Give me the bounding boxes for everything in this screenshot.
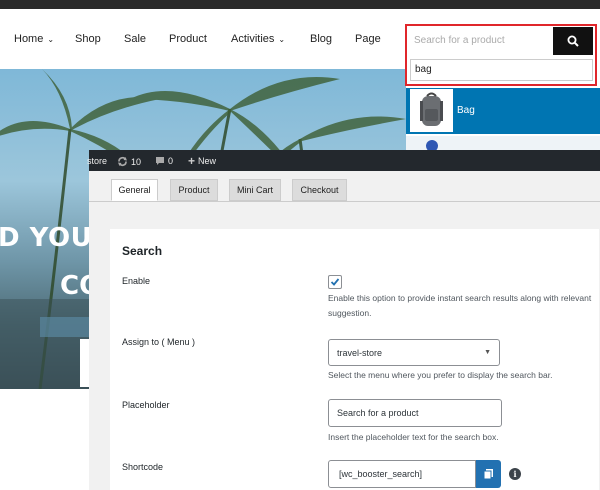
- nav-item-activities[interactable]: Activities ⌄: [231, 33, 285, 45]
- nav-item-product[interactable]: Product: [169, 33, 207, 45]
- copy-shortcode-button[interactable]: [476, 460, 501, 488]
- site-top-bar: [0, 0, 600, 9]
- nav-item-sale[interactable]: Sale: [124, 33, 146, 45]
- assign-menu-label: Assign to ( Menu ): [122, 337, 196, 347]
- assign-menu-description: Select the menu where you prefer to disp…: [328, 370, 553, 380]
- placeholder-field[interactable]: Search for a product: [328, 399, 502, 427]
- nav-item-label: Page: [355, 33, 381, 45]
- search-results-dropdown: Bag: [406, 88, 600, 150]
- nav-item-blog[interactable]: Blog: [310, 33, 332, 45]
- tab-label: Checkout: [300, 185, 339, 195]
- site-name-label: store: [87, 156, 108, 166]
- nav-item-label: Activities: [231, 33, 275, 45]
- comments-count: 0: [168, 156, 174, 166]
- info-icon[interactable]: i: [509, 468, 521, 480]
- admin-bar-updates[interactable]: 10: [117, 156, 141, 167]
- search-result-item[interactable]: Bag: [406, 88, 600, 134]
- tab-mini-cart[interactable]: Mini Cart: [229, 179, 281, 201]
- nav-item-label: Product: [169, 33, 207, 45]
- result-thumbnail: [426, 140, 438, 150]
- admin-bar-comments[interactable]: 0: [155, 156, 173, 166]
- search-widget: Search for a product bag: [405, 24, 597, 86]
- result-thumbnail: [410, 89, 453, 132]
- tab-label: Mini Cart: [236, 185, 273, 195]
- wp-admin-bar: store 10 0 + New: [87, 150, 600, 171]
- placeholder-description: Insert the placeholder text for the sear…: [328, 432, 499, 442]
- nav-item-shop[interactable]: Shop: [75, 33, 101, 45]
- caret-down-icon: ▼: [484, 349, 491, 356]
- tab-general[interactable]: General: [111, 179, 158, 201]
- tab-product[interactable]: Product: [170, 179, 218, 201]
- new-label: New: [198, 156, 217, 166]
- select-value: travel-store: [337, 347, 383, 358]
- shortcode-field[interactable]: [wc_booster_search]: [328, 460, 476, 488]
- enable-checkbox[interactable]: [328, 275, 342, 289]
- nav-item-label: Sale: [124, 33, 147, 45]
- result-name: Bag: [457, 105, 475, 116]
- enable-label: Enable: [122, 276, 151, 286]
- enable-description: Enable this option to provide instant se…: [328, 293, 592, 318]
- search-result-item[interactable]: [406, 136, 600, 150]
- copy-icon: [483, 469, 493, 480]
- nav-item-label: Shop: [75, 33, 101, 45]
- search-input[interactable]: Search for a product: [410, 27, 553, 55]
- tab-label: General: [118, 185, 151, 195]
- search-settings-card: Search Enable Enable this option to prov…: [110, 229, 599, 490]
- section-title: Search: [122, 244, 163, 258]
- tab-label: Product: [178, 185, 210, 195]
- plus-icon: +: [188, 153, 196, 168]
- tab-divider: [89, 201, 600, 202]
- assign-menu-select[interactable]: travel-store ▼: [328, 339, 500, 366]
- admin-bar-site-name[interactable]: store: [87, 156, 107, 166]
- screenshot-stage: Home ⌄ Shop Sale Product Activities ⌄ Bl…: [0, 0, 600, 490]
- chevron-down-icon: ⌄: [278, 34, 286, 44]
- nav-item-label: Blog: [310, 33, 333, 45]
- chevron-down-icon: ⌄: [47, 34, 55, 44]
- placeholder-label: Placeholder: [122, 400, 170, 410]
- tab-checkout[interactable]: Checkout: [292, 179, 347, 201]
- nav-item-page[interactable]: Page: [355, 33, 381, 45]
- updates-count: 10: [131, 156, 142, 167]
- typed-query-field[interactable]: bag: [410, 59, 593, 81]
- refresh-icon: [118, 157, 127, 166]
- backpack-image: [420, 92, 443, 126]
- checkmark-icon: [330, 278, 340, 286]
- comment-icon: [156, 157, 164, 165]
- settings-panel: General Product Mini Cart Checkout Searc…: [89, 171, 600, 490]
- search-icon: [567, 35, 579, 47]
- nav-item-home[interactable]: Home ⌄: [14, 33, 54, 45]
- admin-bar-new[interactable]: + New: [188, 153, 217, 168]
- search-button[interactable]: [553, 27, 593, 55]
- nav-item-label: Home: [14, 33, 44, 45]
- shortcode-label: Shortcode: [122, 462, 164, 472]
